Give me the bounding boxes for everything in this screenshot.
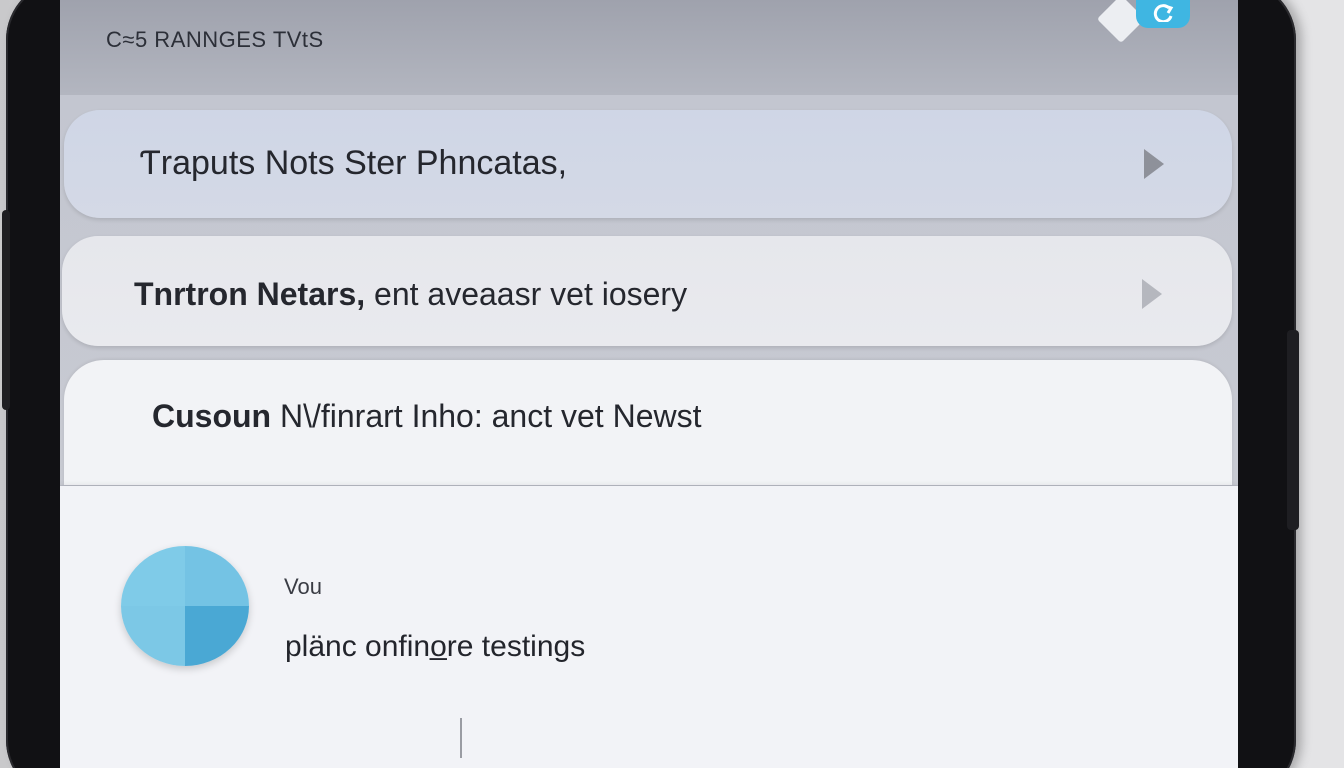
profile-status[interactable]: plänc onfino̲re testings [285,630,585,664]
avatar-segment [121,606,185,666]
device-photo: C≈5 RANNGES TVtS Ƭraputs Nots Ster Phnca… [0,0,1344,768]
list-item-label: Cusoun N\/finrart Inho: anct vet Newst [152,398,701,435]
chevron-right-icon [1142,279,1162,309]
list-item-title: Tnrtron Netars, [134,276,366,312]
avatar-icon[interactable] [121,546,249,666]
app-header: C≈5 RANNGES TVtS [60,0,1238,95]
list-item[interactable]: Tnrtron Netars, ent aveaasr vet iosery [62,236,1232,346]
list-item-text: Ƭraputs Nots Ster Phncatas, [140,144,568,182]
list-item[interactable]: Cusoun N\/finrart Inho: anct vet Newst [64,360,1232,485]
refresh-icon [1153,4,1174,22]
list-item-title: Cusoun [152,398,272,434]
chevron-right-icon [1144,149,1164,179]
power-button [1287,330,1299,530]
phone-screen: C≈5 RANNGES TVtS Ƭraputs Nots Ster Phnca… [60,0,1238,768]
refresh-button[interactable] [1136,0,1190,28]
avatar-segment [121,546,185,606]
page-title: C≈5 RANNGES TVtS [106,27,324,52]
volume-button [2,210,10,410]
list-item-text: ent aveaasr vet iosery [365,276,688,312]
avatar-segment [185,606,249,666]
list-item[interactable]: Ƭraputs Nots Ster Phncatas, [64,110,1232,218]
profile-panel: Vou plänc onfino̲re testings [60,486,1238,768]
avatar-segment [185,546,249,606]
list-item-label: Tnrtron Netars, ent aveaasr vet iosery [134,276,687,313]
text-cursor [460,718,462,758]
list-item-text: N\/finrart Inho: anct vet Newst [271,398,702,434]
list-item-label: Ƭraputs Nots Ster Phncatas, [140,144,567,183]
profile-label: Vou [284,574,322,599]
